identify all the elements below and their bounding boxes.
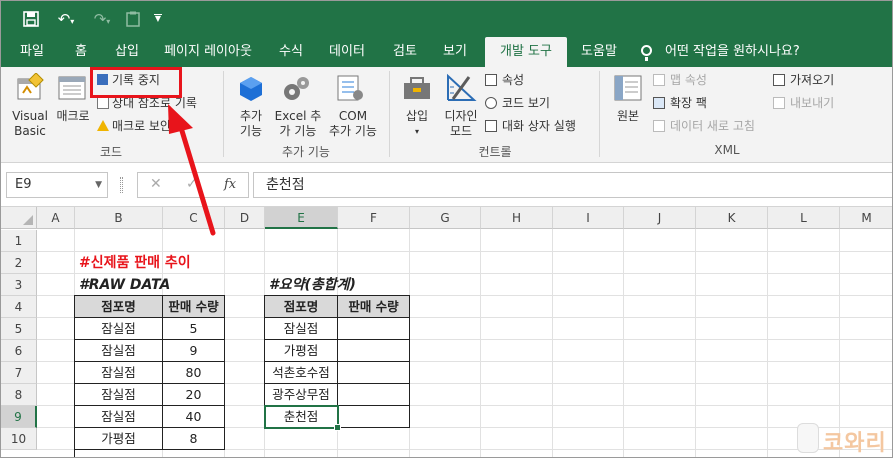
watermark-logo: 코와리	[797, 421, 892, 457]
excel-window: ↶▾ ↷▾ ▼ 파일 홈 삽입 페이지 레이아웃 수식 데이터 검토 보기 개발…	[0, 0, 893, 458]
annotation-arrow	[168, 104, 216, 236]
logo-badge-icon	[797, 423, 819, 453]
